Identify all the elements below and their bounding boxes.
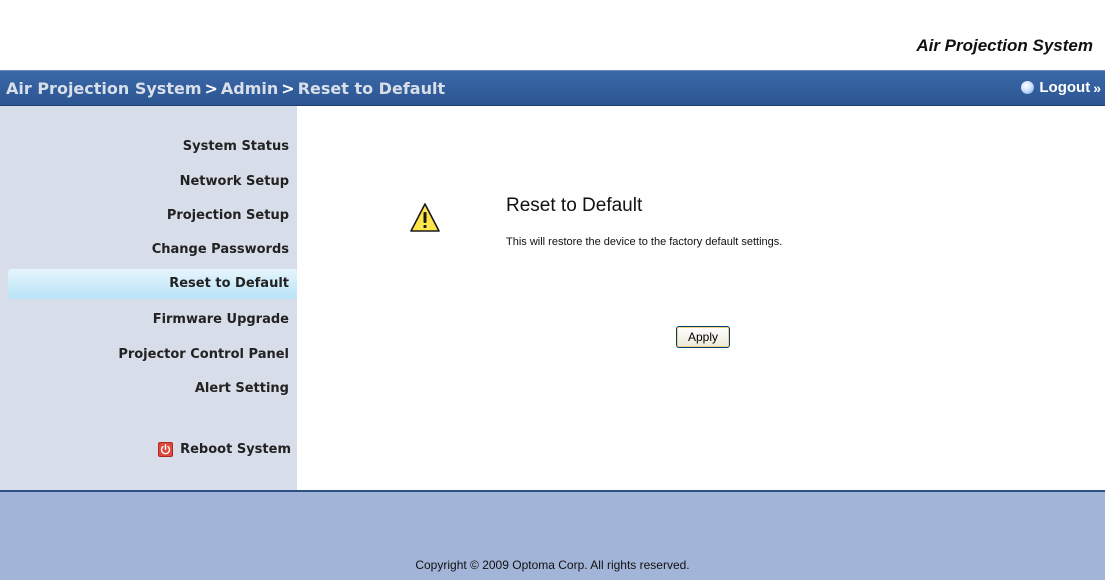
sidebar-item-label: Reset to Default [169, 276, 289, 291]
sidebar-item-label: Projector Control Panel [118, 347, 289, 362]
power-icon [158, 442, 174, 457]
brand-title: Air Projection System [916, 36, 1093, 55]
page-description: This will restore the device to the fact… [506, 236, 783, 248]
page-title: Reset to Default [506, 195, 643, 216]
sidebar-item-firmware-upgrade[interactable]: Firmware Upgrade [1, 305, 291, 335]
sidebar-item-label: Network Setup [179, 174, 289, 189]
sidebar-item-projection-setup[interactable]: Projection Setup [1, 201, 291, 231]
main-content: Reset to Default This will restore the d… [297, 106, 1105, 490]
apply-button[interactable]: Apply [676, 326, 730, 348]
logout-icon [1021, 81, 1035, 94]
sidebar: System Status Network Setup Projection S… [0, 106, 297, 490]
sidebar-item-projector-control-panel[interactable]: Projector Control Panel [1, 340, 291, 370]
sidebar-item-label: Projection Setup [166, 208, 289, 223]
breadcrumb-item-admin[interactable]: Admin [221, 79, 278, 98]
sidebar-item-label: Alert Setting [194, 381, 289, 396]
sidebar-item-system-status[interactable]: System Status [1, 132, 291, 162]
header-bar: Air Projection System > Admin > Reset to Def… [0, 70, 1105, 106]
sidebar-item-label: Firmware Upgrade [152, 312, 289, 327]
logout-label: Logout [1039, 79, 1091, 96]
sidebar-item-network-setup[interactable]: Network Setup [1, 167, 291, 197]
logout-button[interactable]: Logout » [1021, 79, 1101, 96]
reboot-system-button[interactable]: Reboot System [158, 442, 291, 457]
breadcrumb-separator: > [281, 79, 295, 98]
sidebar-item-alert-setting[interactable]: Alert Setting [1, 374, 291, 404]
breadcrumb-item-current: Reset to Default [297, 79, 446, 98]
footer: Copyright © 2009 Optoma Corp. All rights… [0, 490, 1105, 580]
copyright-text: Copyright © 2009 Optoma Corp. All rights… [415, 558, 690, 572]
breadcrumb-item-home[interactable]: Air Projection System [6, 79, 202, 98]
sidebar-item-label: Change Passwords [151, 242, 289, 257]
sidebar-item-label: System Status [182, 139, 289, 154]
brand-bar: Air Projection System [0, 0, 1105, 70]
warning-icon [409, 202, 441, 234]
app-window: Air Projection System Air Projection Sys… [0, 0, 1105, 580]
sidebar-item-change-passwords[interactable]: Change Passwords [1, 235, 291, 265]
reboot-label: Reboot System [180, 442, 291, 457]
double-chevron-right-icon: » [1093, 79, 1101, 96]
breadcrumb: Air Projection System > Admin > Reset to Def… [6, 79, 445, 98]
breadcrumb-separator: > [204, 79, 218, 98]
sidebar-item-reset-to-default[interactable]: Reset to Default [8, 269, 297, 299]
